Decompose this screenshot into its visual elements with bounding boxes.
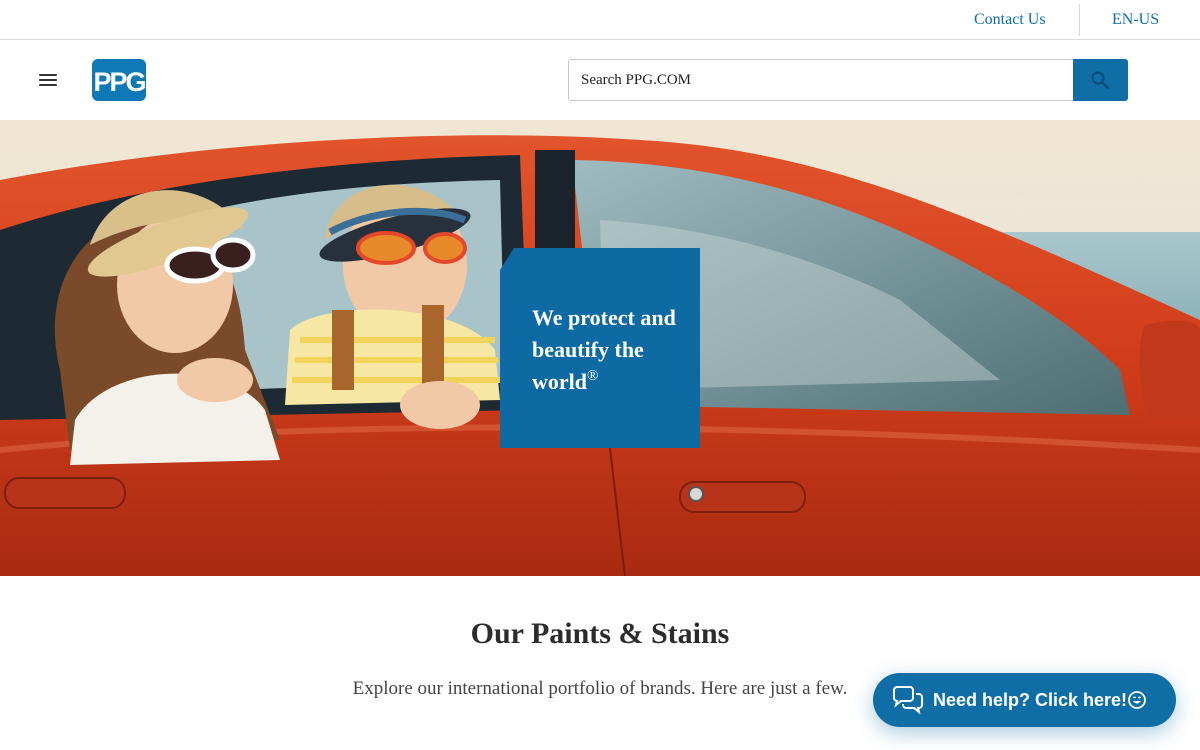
utility-divider [1079,4,1080,36]
logo-text: PPG [93,67,145,97]
hamburger-menu-icon[interactable] [37,72,61,90]
ppg-logo[interactable]: PPG [92,59,146,101]
hero-tagline-card: We protect and beautify the world® [500,248,700,448]
section-title: Our Paints & Stains [470,617,730,650]
chat-help-button[interactable]: Need help? Click here! [873,673,1176,727]
hero-tagline: We protect and beautify the world® [532,302,692,398]
registered-mark: ® [587,368,599,384]
chat-bubbles-icon [893,686,923,714]
language-selector[interactable]: EN-US [1112,0,1159,40]
site-header: PPG [0,40,1200,120]
smile-icon [1128,691,1146,709]
search-button[interactable] [1073,59,1128,101]
search-bar [568,59,1128,101]
chat-help-label: Need help? Click here! [933,690,1128,710]
contact-us-link[interactable]: Contact Us [974,0,1046,40]
search-icon [1091,71,1109,89]
search-input[interactable] [568,59,1074,101]
hero-tagline-text: We protect and beautify the world [532,305,676,394]
hero-banner: We protect and beautify the world® [0,120,1200,576]
utility-bar: Contact Us EN-US [0,0,1200,40]
